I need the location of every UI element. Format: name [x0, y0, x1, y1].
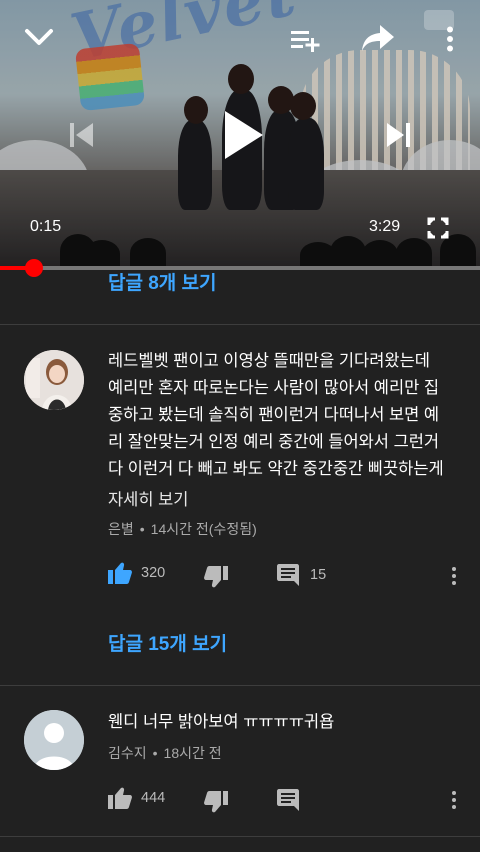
- comment-text: 웬디 너무 밝아보여 ㅠㅠㅠㅠ귀욥: [108, 713, 335, 731]
- more-vert-icon: [447, 26, 453, 52]
- thumb-up-icon: [108, 562, 132, 584]
- comment-divider: [0, 685, 480, 686]
- meta-separator: •: [152, 745, 158, 761]
- like-count: 444: [141, 790, 166, 806]
- share-button[interactable]: [358, 20, 398, 56]
- reply-button[interactable]: [277, 789, 299, 811]
- play-button[interactable]: [214, 104, 272, 166]
- seek-bar-thumb[interactable]: [25, 259, 44, 277]
- avatar[interactable]: [24, 710, 84, 770]
- comment-divider: [0, 836, 480, 837]
- more-vert-icon: [452, 567, 456, 571]
- fullscreen-button[interactable]: [424, 214, 452, 242]
- avatar[interactable]: [24, 350, 84, 410]
- comment-meta: 은별 • 14시간 전(수정됨): [108, 519, 257, 539]
- share-icon: [362, 25, 394, 51]
- comment-more-button[interactable]: [444, 564, 464, 588]
- show-replies-button[interactable]: 답글 15개 보기: [108, 629, 227, 656]
- more-vert-icon-dot: [452, 574, 456, 578]
- more-vert-icon-dot: [452, 805, 456, 809]
- comment-author[interactable]: 김수지: [108, 745, 147, 761]
- reply-button[interactable]: 15: [277, 564, 326, 586]
- default-avatar-icon: [24, 710, 84, 770]
- comment-meta: 김수지 • 18시간 전: [108, 743, 222, 763]
- like-button[interactable]: 320: [108, 562, 165, 584]
- comment-time: 18시간 전: [163, 745, 222, 761]
- player-menu-button[interactable]: [440, 24, 460, 54]
- reply-count: 15: [310, 567, 327, 583]
- avatar-photo: [24, 350, 84, 410]
- chevron-down-icon: [25, 29, 53, 45]
- like-count: 320: [141, 565, 166, 581]
- show-replies-button[interactable]: 답글 8개 보기: [108, 268, 217, 295]
- more-vert-icon-dot: [452, 581, 456, 585]
- current-time: 0:15: [30, 218, 62, 235]
- read-more-button[interactable]: 자세히 보기: [108, 486, 188, 510]
- comment-icon: [277, 789, 299, 811]
- playlist-add-icon: [291, 31, 320, 52]
- duration: 3:29: [369, 218, 401, 235]
- skip-previous-icon: [70, 123, 93, 147]
- previous-button[interactable]: [62, 116, 100, 154]
- fullscreen-icon: [427, 217, 449, 239]
- thumb-down-icon: [204, 791, 228, 813]
- thumb-down-icon: [204, 566, 228, 588]
- more-vert-icon-dot: [452, 798, 456, 802]
- thumb-up-icon: [108, 787, 132, 809]
- next-button[interactable]: [380, 116, 418, 154]
- comment-time: 14시간 전(수정됨): [150, 521, 257, 537]
- dislike-button[interactable]: [204, 566, 228, 588]
- play-icon: [225, 111, 263, 159]
- skip-next-icon: [387, 123, 410, 147]
- like-button[interactable]: 444: [108, 787, 165, 809]
- comment-text: 레드벨벳 팬이고 이영상 뜰때만을 기다려왔는데 예리만 혼자 따로논다는 사람…: [108, 352, 444, 478]
- comment-icon: [277, 564, 299, 586]
- more-vert-icon: [452, 791, 456, 795]
- collapse-button[interactable]: [20, 22, 58, 52]
- meta-separator: •: [139, 521, 145, 537]
- comment-divider: [0, 324, 480, 325]
- dislike-button[interactable]: [204, 791, 228, 813]
- comment-author[interactable]: 은별: [108, 521, 134, 537]
- video-player[interactable]: Velvet 0:15 3:29: [0, 0, 480, 268]
- comment-more-button[interactable]: [444, 788, 464, 812]
- add-to-queue-button[interactable]: [286, 24, 324, 56]
- seek-bar[interactable]: [0, 259, 480, 277]
